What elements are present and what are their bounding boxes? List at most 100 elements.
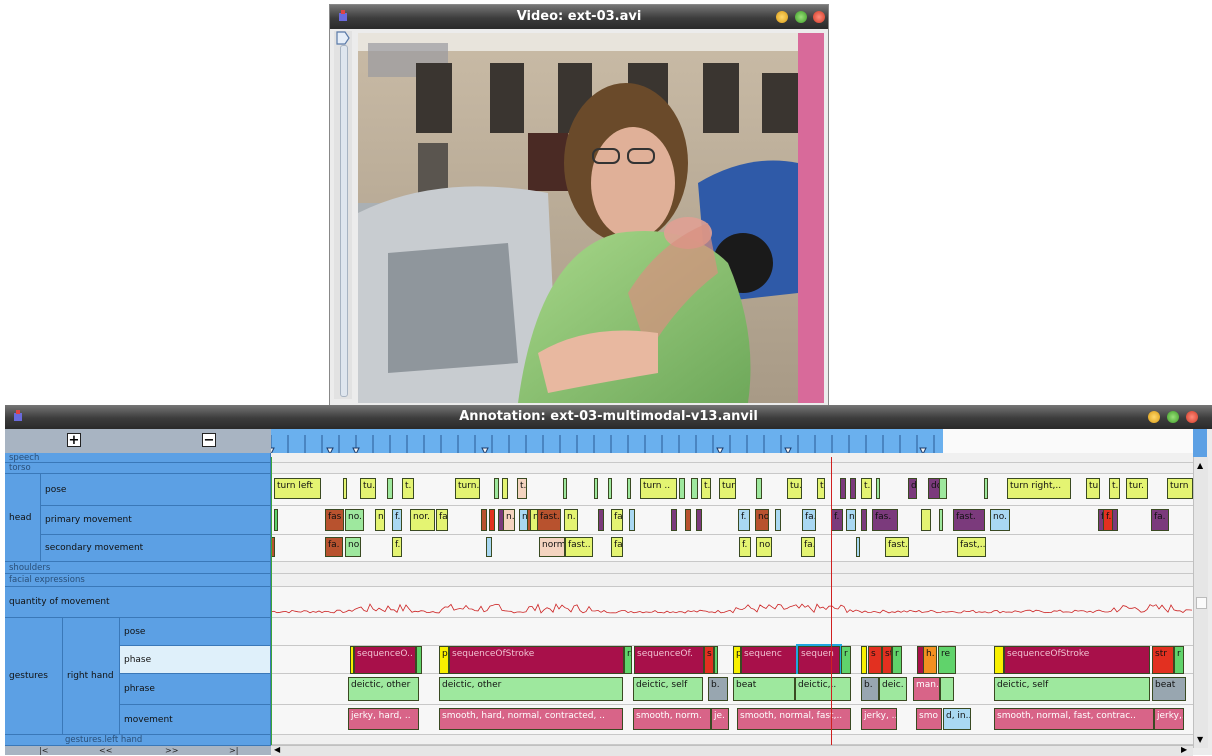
annotation-element[interactable] [274,509,278,531]
annotation-element[interactable]: tur. [719,478,736,499]
track-header-gesture-movement[interactable]: movement [120,705,271,735]
annotation-element[interactable]: h. [923,646,937,674]
annotation-element[interactable]: beat [1152,677,1186,701]
annotation-element[interactable]: f. [392,537,402,557]
annotation-element[interactable]: sequenceO.. [354,646,416,674]
annotation-element[interactable] [940,677,954,701]
annotation-element[interactable]: fast. [885,537,909,557]
scroll-down-arrow[interactable]: ▼ [1197,735,1203,744]
annotation-element[interactable]: r [714,646,718,674]
annotation-element[interactable]: f. [1103,509,1113,531]
annotation-element[interactable]: no. [755,509,769,531]
annotation-element[interactable]: man. [913,677,940,701]
scroll-left-arrow[interactable]: ◀ [274,745,280,754]
annotation-element[interactable] [685,509,691,531]
annotation-element[interactable]: t. [701,478,711,499]
track-header-head-pose[interactable]: pose [41,474,271,506]
annotation-element[interactable]: deictic,.. [795,677,851,701]
track-row-primary-movement[interactable]: fasno.n.f.nor.fa.n.n.nor.fast.n.fa.f.no.… [271,506,1193,535]
annotation-element[interactable] [691,478,698,499]
zoom-button[interactable] [795,11,807,23]
track-header-gesture-phase[interactable]: phase [120,646,271,674]
track-header-quantity-of-movement[interactable]: quantity of movement [5,587,271,618]
annotation-element[interactable]: fast.. [565,537,593,557]
annotation-element[interactable] [775,509,781,531]
annotation-element[interactable]: jerky,.. [1154,708,1184,730]
annotation-element[interactable] [594,478,598,499]
track-header-speech[interactable]: speech [5,453,271,463]
annotation-element[interactable] [876,478,880,499]
annotation-element[interactable]: beat [733,677,795,701]
track-header-shoulders[interactable]: shoulders [5,562,271,574]
track-row-shoulders[interactable] [271,562,1193,574]
annotation-element[interactable] [671,509,677,531]
annotation-element[interactable]: fa. [436,509,448,531]
track-row-secondary-movement[interactable]: fa.no.f.normfast..fa.f.no.fa.fast.fast,.… [271,535,1193,562]
annotation-element[interactable]: tu. [1086,478,1100,499]
annotation-element[interactable]: smooth, normal, fast, contrac.. [994,708,1154,730]
track-group-head[interactable]: head [5,474,41,562]
annotation-element[interactable]: fast. [537,509,561,531]
annotation-element[interactable] [840,478,846,499]
annotation-element[interactable]: no. [990,509,1010,531]
annotation-element[interactable]: smo [916,708,942,730]
annotation-element[interactable]: f. [831,509,843,531]
track-header-primary-movement[interactable]: primary movement [41,506,271,535]
annotation-element[interactable] [629,509,635,531]
annotation-element[interactable] [489,509,495,531]
annotation-element[interactable]: st [882,646,892,674]
annotation-element[interactable] [494,478,499,499]
annotation-window-titlebar[interactable]: Annotation: ext-03-multimodal-v13.anvil [5,405,1212,429]
annotation-element[interactable]: fa. [611,509,623,531]
track-header-facial-expressions[interactable]: facial expressions [5,574,271,587]
annotation-element[interactable] [486,537,492,557]
annotation-element[interactable]: jerky, .. [861,708,897,730]
close-button[interactable] [813,11,825,23]
annotation-element[interactable]: fa. [325,537,343,557]
annotation-element[interactable]: tu. [787,478,802,499]
annotation-element[interactable]: smooth, hard, normal, contracted, .. [439,708,623,730]
annotation-element[interactable]: r [892,646,902,674]
annotation-element[interactable]: norm [539,537,565,557]
annotation-element[interactable]: turn .. [640,478,677,499]
annotation-element[interactable]: fa. [1151,509,1169,531]
track-group-right-hand[interactable]: right hand [63,618,120,735]
track-row-gesture-phrase[interactable]: deictic, other deictic, other deictic, sel… [271,674,1193,705]
annotation-element[interactable]: s [704,646,714,674]
annotation-element[interactable] [984,478,988,499]
annotation-element[interactable]: fast,.. [957,537,986,557]
track-row-gesture-movement[interactable]: jerky, hard, .. smooth, hard, normal, con… [271,705,1193,735]
slider-track[interactable] [340,45,348,397]
annotation-element[interactable]: t. [402,478,414,499]
annotation-element[interactable]: je. [711,708,729,730]
annotation-element[interactable]: deic. [879,677,907,701]
go-end-button[interactable]: >| [229,746,238,755]
horizontal-scrollbar[interactable]: ◀ ▶ [271,745,1193,756]
annotation-element[interactable]: deictic, other [439,677,623,701]
annotation-element[interactable]: p [733,646,741,674]
vertical-scroll-thumb[interactable] [1196,597,1207,609]
annotation-element[interactable]: f. [739,537,751,557]
annotation-element[interactable] [756,478,762,499]
track-header-gesture-phrase[interactable]: phrase [120,674,271,705]
annotation-element[interactable]: sequen [796,644,842,676]
annotation-element[interactable] [939,478,947,499]
annotation-element[interactable]: r. [624,646,632,674]
annotation-element[interactable]: deictic, self [633,677,703,701]
track-header-torso[interactable]: torso [5,463,271,474]
annotation-element[interactable]: fa. [801,537,815,557]
annotation-element[interactable]: fa. [611,537,623,557]
scroll-up-arrow[interactable]: ▲ [1197,461,1203,470]
annotation-element[interactable]: s [868,646,882,674]
annotation-element[interactable]: t. [861,478,872,499]
annotation-element[interactable] [481,509,487,531]
go-start-button[interactable]: |< [39,746,48,755]
annotation-element[interactable]: f. [392,509,402,531]
annotation-element[interactable]: smooth, norm. [633,708,711,730]
annotation-element[interactable]: no. [756,537,772,557]
annotation-element[interactable]: fas. [872,509,898,531]
zoom-button[interactable] [1167,411,1179,423]
annotation-element[interactable] [861,509,867,531]
annotation-element[interactable]: fas [325,509,344,531]
track-header-secondary-movement[interactable]: secondary movement [41,535,271,562]
